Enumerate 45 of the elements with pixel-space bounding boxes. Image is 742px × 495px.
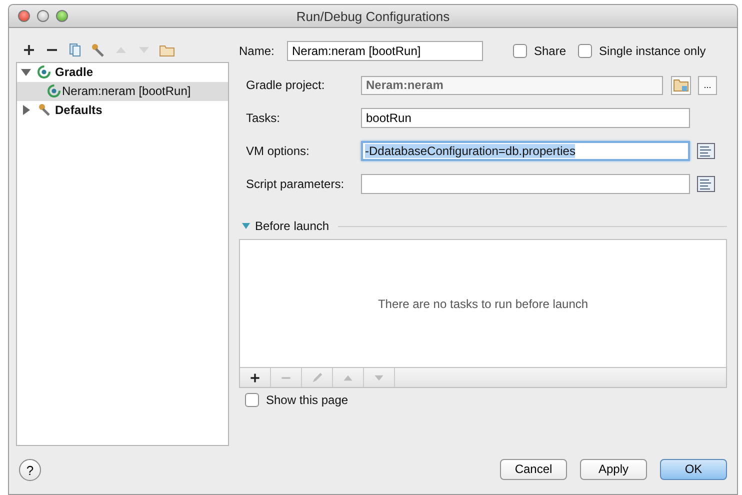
tree-label: Gradle: [55, 65, 94, 80]
add-icon[interactable]: [21, 42, 37, 57]
tree-label: Neram:neram [bootRun]: [62, 84, 191, 98]
minimize-icon[interactable]: [37, 10, 49, 22]
expand-arrow-icon[interactable]: [21, 67, 33, 78]
gradle-icon: [47, 84, 61, 98]
checkbox[interactable]: [513, 44, 527, 58]
field-label: Script parameters:: [246, 177, 346, 191]
close-icon[interactable]: [18, 10, 30, 22]
zoom-icon[interactable]: [56, 10, 68, 22]
browse-button[interactable]: ...: [698, 76, 717, 94]
project-field[interactable]: Neram:neram: [361, 76, 663, 94]
tree-item[interactable]: Gradle: [17, 62, 228, 82]
checkbox[interactable]: [245, 393, 259, 407]
dialog-button[interactable]: OK: [660, 458, 727, 480]
input-field[interactable]: -DdatabaseConfiguration=db.properties: [361, 141, 690, 161]
input-field[interactable]: [361, 174, 690, 194]
field-label: VM options:: [246, 144, 310, 158]
checkbox[interactable]: [578, 44, 592, 58]
copy-icon[interactable]: [67, 42, 83, 57]
tree-item[interactable]: Defaults: [17, 100, 228, 120]
dialog-button[interactable]: Apply: [580, 458, 647, 480]
name-label: Name:: [239, 44, 276, 58]
name-field[interactable]: Neram:neram [bootRun]: [287, 41, 483, 61]
folder-icon[interactable]: [159, 42, 175, 57]
gradle-icon: [37, 65, 51, 80]
collapse-arrow-icon[interactable]: [242, 222, 250, 230]
window-title: Run/Debug Configurations: [296, 8, 450, 24]
tree-label: Defaults: [55, 103, 102, 118]
empty-message: There are no tasks to run before launch: [378, 296, 588, 310]
expand-editor-icon[interactable]: [697, 143, 715, 159]
wrench-icon[interactable]: [90, 42, 106, 57]
tasks-field[interactable]: bootRun: [361, 108, 690, 128]
checkbox-label: Single instance only: [599, 44, 706, 58]
section-title: Before launch: [255, 219, 330, 233]
folder-icon[interactable]: [671, 76, 691, 94]
field-label: Gradle project:: [246, 78, 326, 92]
wrench-icon: [37, 103, 51, 118]
checkbox-label: Share: [534, 44, 566, 58]
help-button[interactable]: ?: [19, 459, 41, 481]
dialog-button[interactable]: Cancel: [500, 458, 567, 480]
field-label: Tasks:: [246, 111, 282, 125]
tree-item[interactable]: Neram:neram [bootRun]: [17, 82, 228, 101]
expand-editor-icon[interactable]: [697, 176, 715, 192]
checkbox-label: Show this page: [266, 393, 348, 407]
